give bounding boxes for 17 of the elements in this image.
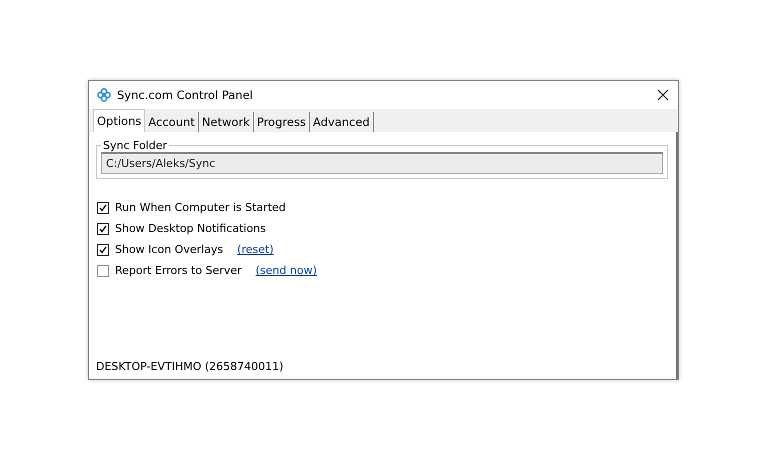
group-label: Sync Folder: [102, 139, 168, 152]
checkbox[interactable]: [97, 222, 109, 234]
checkbox-label: Report Errors to Server: [115, 264, 242, 277]
flower-logo-icon: [97, 88, 111, 102]
checkbox[interactable]: [97, 264, 109, 276]
tab[interactable]: Options: [93, 109, 146, 132]
checkbox[interactable]: [97, 244, 109, 256]
checkbox-label: Show Icon Overlays: [115, 243, 224, 256]
status-text: DESKTOP-EVTIHMO (2658740011): [96, 360, 284, 373]
link[interactable]: (send now): [256, 264, 317, 277]
folder-field[interactable]: C:/Users/Aleks/Sync: [101, 152, 663, 174]
checkbox-label: Run When Computer is Started: [115, 201, 286, 214]
checkbox[interactable]: [97, 202, 109, 214]
window-title: Sync.com Control Panel: [117, 88, 254, 102]
close-icon[interactable]: [656, 88, 670, 102]
link[interactable]: (reset): [237, 243, 274, 256]
checkbox-label: Show Desktop Notifications: [115, 222, 266, 235]
